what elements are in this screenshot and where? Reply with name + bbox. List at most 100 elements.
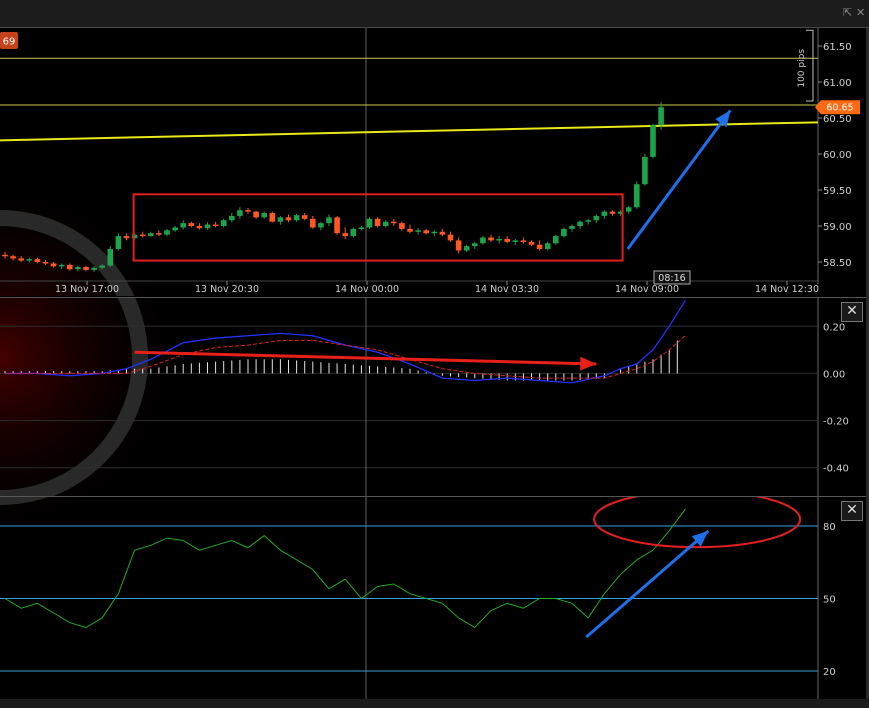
y-tick-label: 61.00 xyxy=(823,78,852,89)
macd-arrow-shaft xyxy=(134,350,597,366)
x-tick-label: 13 Nov 17:00 xyxy=(55,284,119,295)
candle-body xyxy=(407,228,413,232)
candle-body xyxy=(642,156,648,185)
rsi-arrow-shaft xyxy=(585,529,710,639)
candle-body xyxy=(58,264,65,267)
rsi-y-tick-label: 50 xyxy=(823,595,836,606)
candle-body xyxy=(553,236,559,244)
candle-body xyxy=(593,215,600,221)
candle-body xyxy=(658,107,664,126)
y-tick-label: 59.50 xyxy=(823,186,852,197)
candle-body xyxy=(26,259,33,261)
candle-body xyxy=(447,234,454,241)
candle-body xyxy=(237,210,243,216)
candle-body xyxy=(18,258,24,261)
rsi-y-tick-label: 80 xyxy=(823,522,836,533)
candle-body xyxy=(99,265,105,268)
candle-body xyxy=(423,230,429,234)
price-chart[interactable]: 58.50 59.00 59.50 60.00 60.50 61.00 61.50 13 No… xyxy=(0,28,869,548)
candle-body xyxy=(625,207,632,212)
candle-body xyxy=(512,240,519,242)
candle-body xyxy=(261,213,267,218)
candle-body xyxy=(2,254,8,257)
candle-body xyxy=(180,223,186,228)
macd-panel[interactable]: -0.40 -0.20 0.00 0.20 ✕ xyxy=(0,168,869,548)
candle-body xyxy=(34,259,41,262)
macd-y-tick-label: -0.40 xyxy=(823,464,849,475)
current-price-label: 60.65 xyxy=(826,103,853,114)
candle-body xyxy=(277,217,284,222)
candle-body xyxy=(269,213,276,222)
candle-body xyxy=(75,267,81,270)
candle-body xyxy=(463,246,470,251)
candle-body xyxy=(455,240,462,251)
candle-body xyxy=(164,230,170,235)
candle-body xyxy=(366,218,373,228)
rsi-line xyxy=(4,508,686,629)
candle-body xyxy=(472,243,478,247)
macd-y-tick-label: -0.20 xyxy=(823,417,849,428)
pips-bracket xyxy=(806,29,814,102)
x-tick-label: 14 Nov 12:30 xyxy=(755,284,819,295)
window-bottom-bar xyxy=(0,699,869,708)
candle-body xyxy=(334,217,340,234)
candle-body xyxy=(301,215,308,219)
candle-body xyxy=(415,230,421,232)
candle-body xyxy=(212,224,219,227)
y-tick-label: 59.00 xyxy=(823,222,852,233)
candle-body xyxy=(115,236,122,250)
y-tick-label: 60.00 xyxy=(823,150,852,161)
candle-body xyxy=(382,221,389,226)
macd-y-tick-label: 0.20 xyxy=(823,322,845,333)
watermark-glow xyxy=(0,167,190,547)
candle-body xyxy=(569,226,575,229)
candle-body xyxy=(156,233,162,235)
candle-body xyxy=(342,233,348,237)
candle-body xyxy=(188,223,195,226)
candle-body xyxy=(536,244,543,250)
candle-body xyxy=(204,224,211,229)
candle-body xyxy=(245,210,251,212)
candle-body xyxy=(123,236,130,239)
close-icon[interactable]: ✕ xyxy=(856,7,865,18)
candle-body xyxy=(585,220,591,222)
candle-body xyxy=(285,217,292,221)
x-tick-label: 14 Nov 00:00 xyxy=(335,284,399,295)
popout-icon[interactable]: ⇱ xyxy=(843,7,852,18)
pips-label: 100 pips xyxy=(797,49,807,88)
candle-body xyxy=(229,215,235,221)
candle-body xyxy=(107,249,114,266)
candle-body xyxy=(67,264,73,270)
candle-body xyxy=(374,218,381,226)
rsi-panel[interactable]: 20 50 80 ✕ xyxy=(0,167,869,700)
candle-body xyxy=(496,238,502,241)
x-tick-label: 14 Nov 03:30 xyxy=(475,284,539,295)
macd-chart[interactable]: -0.40 -0.20 0.00 0.20 xyxy=(0,168,869,548)
trendline xyxy=(0,121,819,142)
candle-body xyxy=(318,223,324,228)
candle-body xyxy=(358,227,365,229)
candle-body xyxy=(609,211,616,214)
candle-body xyxy=(50,263,57,267)
y-tick-label: 58.50 xyxy=(823,258,852,269)
candle-body xyxy=(83,267,89,270)
price-panel[interactable]: 58.50 59.00 59.50 60.00 60.50 61.00 61.50 13 No… xyxy=(0,28,869,548)
close-macd-button[interactable]: ✕ xyxy=(841,302,863,322)
x-tick-label: 14 Nov 09:00 xyxy=(615,284,679,295)
candle-body xyxy=(528,241,535,245)
candle-body xyxy=(544,243,551,250)
candle-body xyxy=(220,220,227,226)
candle-body xyxy=(253,211,259,218)
candle-body xyxy=(172,227,178,231)
candle-body xyxy=(561,228,567,237)
candle-body xyxy=(310,218,316,228)
rsi-chart[interactable]: 20 50 80 xyxy=(0,167,869,700)
rsi-y-tick-label: 20 xyxy=(823,667,836,678)
x-tick-label: 13 Nov 20:30 xyxy=(195,284,259,295)
macd-arrow-head xyxy=(580,356,597,371)
candle-body xyxy=(350,228,357,237)
y-tick-label: 60.50 xyxy=(823,114,852,125)
candle-body xyxy=(480,237,486,244)
candle-body xyxy=(439,231,446,235)
close-rsi-button[interactable]: ✕ xyxy=(841,501,863,521)
